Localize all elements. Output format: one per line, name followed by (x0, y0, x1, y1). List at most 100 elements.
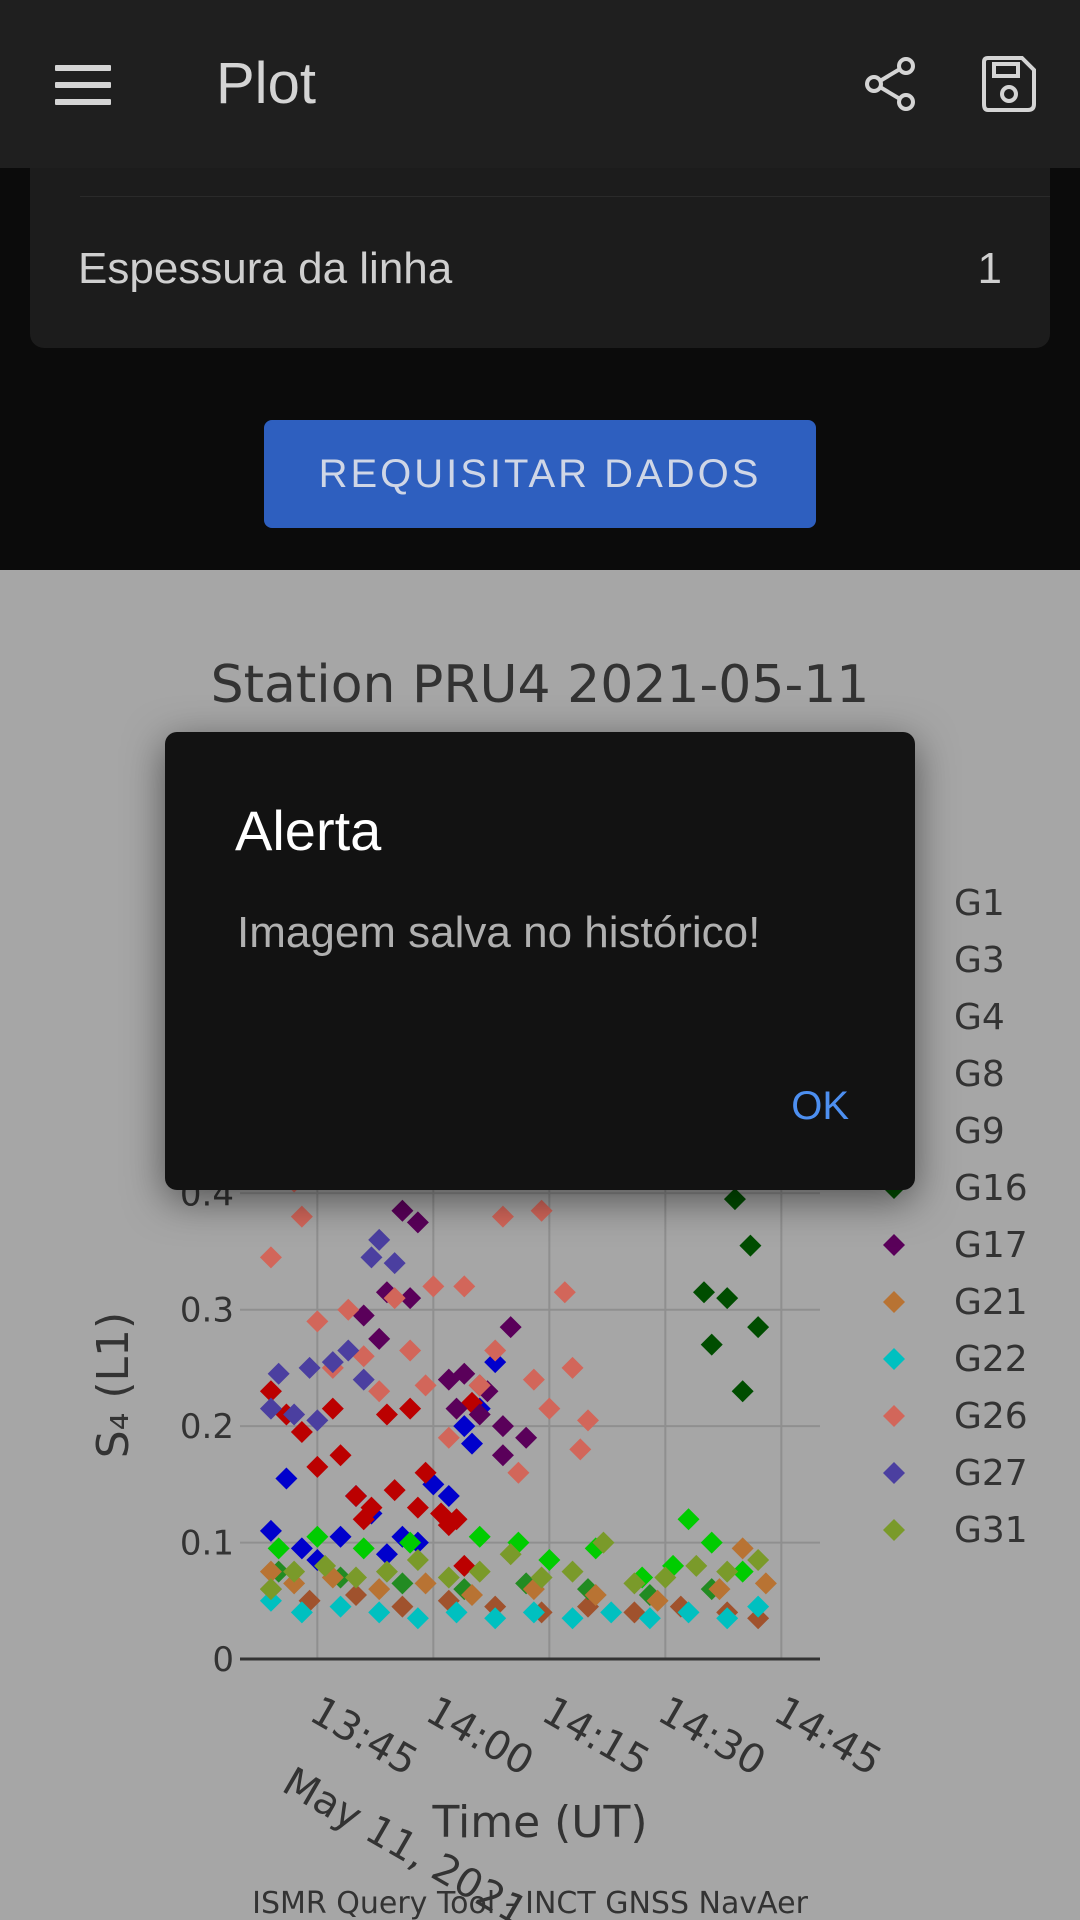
data-point-g26 (491, 1205, 514, 1228)
data-point-g17 (391, 1199, 414, 1222)
data-point-g21 (731, 1537, 754, 1560)
data-point-g1 (290, 1537, 313, 1560)
data-point-g1 (275, 1467, 298, 1490)
legend-marker-g27 (883, 1462, 905, 1484)
legend-label: G31 (954, 1510, 1028, 1551)
data-point-g22 (368, 1601, 391, 1624)
save-icon[interactable] (978, 54, 1038, 114)
data-point-g22 (747, 1595, 770, 1618)
legend-marker-g17 (883, 1234, 905, 1256)
data-point-g26 (290, 1205, 313, 1228)
data-point-g26 (569, 1438, 592, 1461)
x-tick-label: 14:15 (534, 1688, 657, 1785)
y-tick-label: 0.1 (180, 1524, 234, 1564)
legend-marker-g21 (883, 1291, 905, 1313)
data-point-g26 (259, 1246, 282, 1269)
data-point-g31 (345, 1566, 367, 1589)
data-point-g8 (391, 1572, 414, 1595)
data-point-g17 (515, 1426, 538, 1449)
share-icon[interactable] (862, 56, 918, 112)
chart-title: Station PRU4 2021-05-11 (211, 655, 870, 715)
data-point-g3 (306, 1455, 329, 1478)
data-point-g17 (406, 1211, 429, 1234)
legend-marker-g31 (883, 1519, 905, 1541)
data-point-g31 (685, 1554, 708, 1577)
data-point-g9 (468, 1525, 491, 1548)
dialog-message: Imagem salva no histórico! (237, 908, 761, 957)
data-point-g31 (283, 1560, 306, 1583)
data-point-g27 (352, 1368, 375, 1391)
y-tick-label: 0.2 (180, 1407, 234, 1447)
chart-footer: ISMR Query Tool - INCT GNSS NavAer (252, 1886, 808, 1920)
data-point-g31 (561, 1560, 584, 1583)
legend-label: G4 (954, 997, 1005, 1038)
legend-label: G8 (954, 1054, 1005, 1095)
data-point-g16 (731, 1380, 754, 1403)
x-tick-label: 14:30 (650, 1688, 773, 1785)
app-bar: Plot (0, 0, 1080, 168)
data-point-g4 (391, 1595, 414, 1618)
line-thickness-label: Espessura da linha (78, 244, 453, 293)
data-point-g17 (491, 1415, 514, 1438)
legend-marker-g26 (883, 1405, 905, 1427)
data-point-g16 (747, 1316, 770, 1339)
data-point-g26 (561, 1356, 584, 1379)
request-data-button[interactable]: REQUISITAR DADOS (264, 420, 816, 528)
data-point-g16 (716, 1287, 739, 1310)
settings-card: Espessura da linha 1 (30, 168, 1050, 348)
data-point-g27 (306, 1409, 329, 1432)
data-point-g16 (723, 1188, 746, 1211)
data-point-g31 (437, 1566, 460, 1589)
y-tick-label: 0.3 (180, 1291, 234, 1331)
data-point-g26 (368, 1380, 391, 1403)
data-point-g16 (700, 1333, 723, 1356)
legend-label: G21 (954, 1282, 1028, 1323)
x-tick-label: 14:00 (418, 1688, 541, 1785)
data-point-g26 (538, 1397, 561, 1420)
data-point-g31 (747, 1549, 770, 1572)
x-axis-title: Time (UT) (431, 1797, 647, 1848)
page-title: Plot (216, 51, 316, 116)
data-point-g3 (345, 1485, 367, 1507)
data-point-g3 (375, 1403, 398, 1426)
data-point-g26 (306, 1310, 329, 1333)
settings-panel: Espessura da linha 1 REQUISITAR DADOS (0, 168, 1080, 570)
legend-label: G17 (954, 1225, 1028, 1266)
data-point-g17 (491, 1444, 514, 1467)
data-point-g26 (437, 1426, 460, 1449)
alert-dialog: Alerta Imagem salva no histórico! OK (165, 732, 915, 1190)
menu-icon[interactable] (55, 65, 111, 105)
legend-label: G1 (954, 883, 1005, 924)
data-point-g22 (406, 1607, 429, 1630)
data-point-g22 (484, 1607, 507, 1630)
data-point-g9 (677, 1508, 700, 1531)
data-point-g1 (329, 1525, 352, 1548)
data-point-g3 (321, 1397, 344, 1420)
divider (80, 196, 1050, 197)
legend-label: G3 (954, 940, 1005, 981)
data-point-g17 (368, 1327, 391, 1350)
data-point-g22 (600, 1601, 623, 1624)
y-axis-title: S₄ (L1) (88, 1312, 139, 1458)
legend-label: G9 (954, 1111, 1005, 1152)
data-point-g26 (577, 1409, 599, 1432)
data-point-g9 (306, 1525, 329, 1548)
legend-marker-g22 (883, 1348, 905, 1370)
data-point-g9 (700, 1531, 723, 1554)
data-point-g9 (352, 1537, 375, 1560)
dialog-title: Alerta (235, 799, 382, 862)
data-point-g3 (399, 1397, 422, 1420)
data-point-g16 (693, 1281, 715, 1304)
data-point-g22 (561, 1607, 584, 1630)
line-thickness-value[interactable]: 1 (978, 244, 1002, 294)
ok-button[interactable]: OK (791, 1084, 849, 1129)
legend-label: G22 (954, 1339, 1028, 1380)
data-point-g3 (406, 1496, 429, 1519)
data-point-g26 (399, 1339, 422, 1362)
data-point-g16 (739, 1234, 762, 1257)
data-point-g26 (422, 1275, 445, 1298)
data-point-g22 (329, 1595, 352, 1618)
y-tick-label: 0 (212, 1640, 234, 1680)
legend-label: G26 (954, 1396, 1028, 1437)
data-point-g17 (499, 1316, 522, 1339)
